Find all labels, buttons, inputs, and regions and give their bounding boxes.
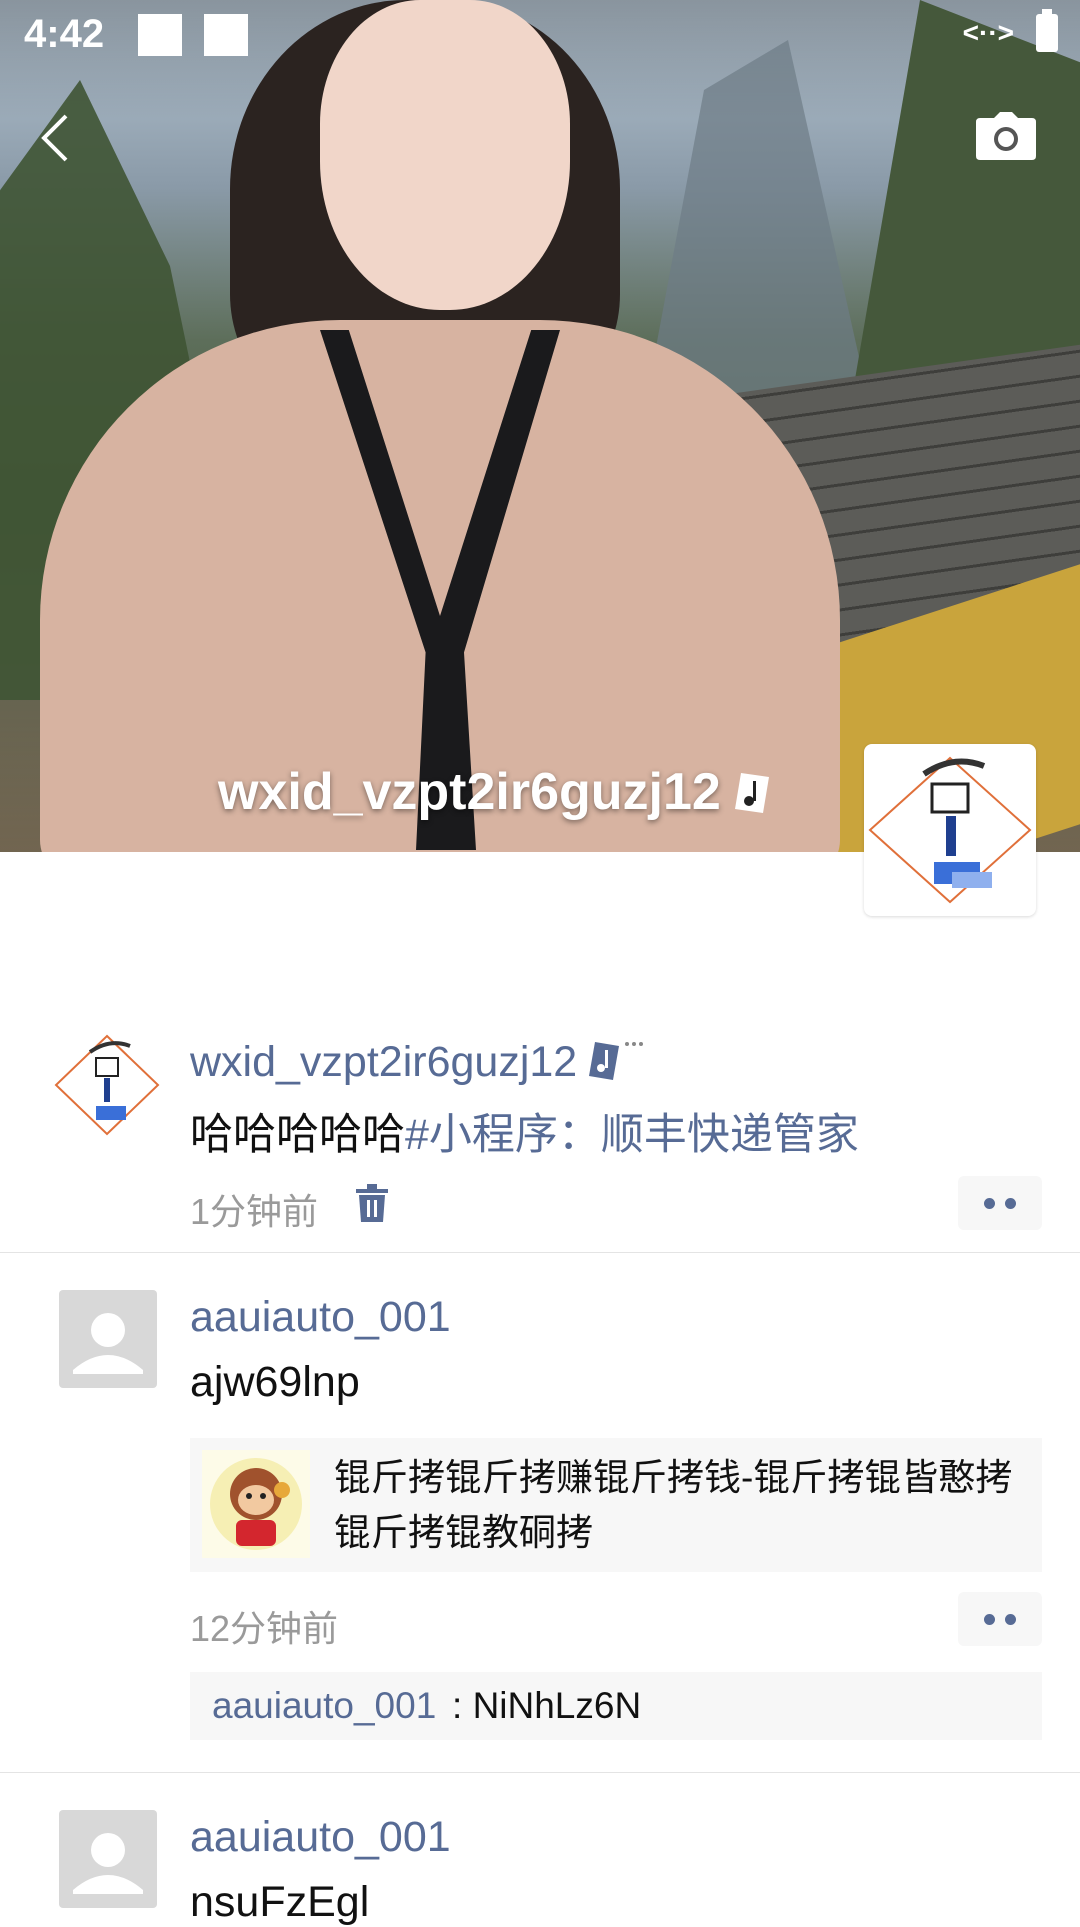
- back-icon[interactable]: [36, 112, 80, 164]
- more-actions-button[interactable]: [958, 1592, 1042, 1646]
- comment-text: : NiNhLz6N: [452, 1672, 641, 1740]
- divider: [0, 1252, 1080, 1253]
- comment-body: NiNhLz6N: [472, 1685, 642, 1726]
- post-text: ajw69lnp: [190, 1358, 360, 1406]
- share-title: 锟斤拷锟斤拷赚锟斤拷钱-锟斤拷锟皆憨拷锟斤拷锟教硐拷: [334, 1457, 1013, 1553]
- profile-avatar[interactable]: [864, 744, 1036, 916]
- notification-square-icon: [204, 14, 248, 56]
- post-nickname[interactable]: aauiauto_001: [190, 1293, 451, 1342]
- camera-icon[interactable]: [976, 112, 1036, 160]
- post-nickname-text: wxid_vzpt2ir6guzj12: [190, 1038, 578, 1086]
- comment-colon: :: [452, 1685, 473, 1726]
- notification-square-icon: [138, 14, 182, 56]
- post-avatar[interactable]: [52, 1030, 162, 1140]
- post-nickname[interactable]: aauiauto_001: [190, 1813, 451, 1862]
- post-nickname[interactable]: wxid_vzpt2ir6guzj12: [190, 1038, 645, 1087]
- shared-link-card[interactable]: 锟斤拷锟斤拷赚锟斤拷钱-锟斤拷锟皆憨拷锟斤拷锟教硐拷: [190, 1438, 1042, 1572]
- default-avatar[interactable]: [59, 1290, 157, 1388]
- cover-nickname-text: wxid_vzpt2ir6guzj12: [218, 763, 721, 821]
- comment[interactable]: aauiauto_001 : NiNhLz6N: [190, 1672, 1042, 1740]
- default-avatar[interactable]: [59, 1810, 157, 1908]
- more-actions-button[interactable]: [958, 1176, 1042, 1230]
- divider: [0, 1772, 1080, 1773]
- share-thumbnail: [202, 1450, 310, 1558]
- status-time: 4:42: [24, 12, 105, 56]
- post-content: 哈哈哈哈哈#小程序：顺丰快递管家: [190, 1100, 859, 1162]
- status-icons: <··>: [962, 9, 1058, 52]
- comment-author[interactable]: aauiauto_001: [212, 1672, 436, 1740]
- post-time: 1分钟前: [190, 1191, 319, 1232]
- status-bar: 4:42 <··>: [0, 0, 1080, 72]
- music-tag-icon: [733, 768, 773, 814]
- cover-photo[interactable]: [0, 0, 1080, 852]
- battery-icon: [1036, 9, 1058, 52]
- cover-nickname[interactable]: wxid_vzpt2ir6guzj12: [218, 762, 773, 822]
- trash-icon[interactable]: [356, 1184, 388, 1224]
- data-transfer-icon: <··>: [962, 17, 1014, 48]
- post-time: 12分钟前: [190, 1608, 339, 1649]
- music-tag-icon: [589, 1042, 644, 1080]
- post-text: 哈哈哈哈哈: [190, 1111, 405, 1159]
- mini-program-link[interactable]: #小程序：顺丰快递管家: [405, 1111, 859, 1159]
